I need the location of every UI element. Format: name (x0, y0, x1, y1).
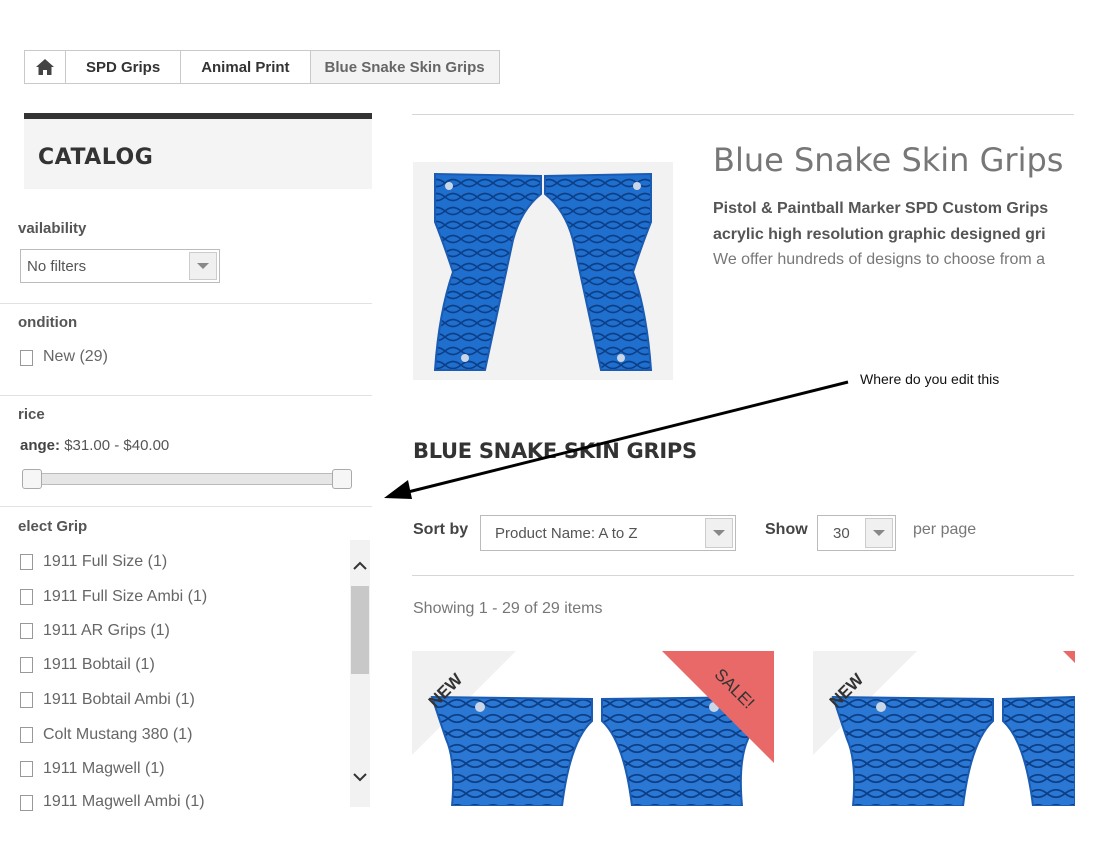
category-description-line: Pistol & Paintball Marker SPD Custom Gri… (713, 200, 1049, 217)
price-range-value: $31.00 - $40.00 (64, 437, 170, 454)
grip-checkbox[interactable] (20, 589, 33, 605)
chevron-down-icon[interactable] (865, 518, 893, 548)
price-range: ange: $31.00 - $40.00 (20, 437, 169, 454)
grip-option-label: 1911 AR Grips (1) (43, 622, 170, 639)
sort-label: Sort by (413, 521, 469, 538)
sort-select[interactable]: Product Name: A to Z (480, 515, 736, 551)
breadcrumb-spd-grips[interactable]: SPD Grips (65, 51, 180, 83)
catalog-sidebar: CATALOG vailability No filters ondition … (0, 113, 372, 850)
divider (0, 506, 372, 507)
scrollbar-thumb[interactable] (351, 586, 369, 674)
condition-new-label: New (29) (43, 348, 108, 365)
category-heading: Blue Snake Skin Grips (713, 141, 1064, 179)
breadcrumb-animal-print[interactable]: Animal Print (180, 51, 309, 83)
divider (0, 303, 372, 304)
chevron-down-icon[interactable] (350, 766, 370, 788)
availability-select-value: No filters (27, 257, 87, 275)
grip-checkbox[interactable] (20, 623, 33, 639)
price-range-label: ange: (20, 437, 61, 454)
grip-checkbox[interactable] (20, 554, 33, 570)
condition-title: ondition (18, 314, 78, 331)
grip-option-label: Colt Mustang 380 (1) (43, 726, 193, 743)
sort-select-value: Product Name: A to Z (495, 524, 638, 542)
divider (412, 575, 1074, 576)
grip-option-label: 1911 Magwell (1) (43, 760, 165, 777)
price-slider-min-handle[interactable] (22, 469, 42, 489)
condition-new-checkbox[interactable] (20, 350, 33, 366)
price-slider[interactable] (22, 469, 352, 489)
grip-option-label: 1911 Full Size Ambi (1) (43, 588, 208, 605)
chevron-up-icon[interactable] (350, 554, 370, 576)
catalog-title: CATALOG (38, 145, 154, 170)
category-description-line: We offer hundreds of designs to choose f… (713, 251, 1046, 268)
show-label: Show (765, 521, 808, 538)
price-slider-max-handle[interactable] (332, 469, 352, 489)
grip-option-label: 1911 Magwell Ambi (1) (43, 793, 205, 810)
grip-checkbox[interactable] (20, 657, 33, 673)
category-description-line: acrylic high resolution graphic designed… (713, 226, 1046, 243)
category-image (413, 162, 673, 380)
show-select-value: 30 (833, 524, 850, 542)
chevron-down-icon[interactable] (705, 518, 733, 548)
annotation-arrow (384, 380, 849, 499)
showing-count: Showing 1 - 29 of 29 items (413, 600, 603, 617)
grip-checkbox[interactable] (20, 795, 33, 811)
chevron-down-icon[interactable] (189, 252, 217, 280)
catalog-header: CATALOG (24, 113, 372, 189)
grip-option-label: 1911 Full Size (1) (43, 553, 168, 570)
breadcrumb: SPD Grips Animal Print Blue Snake Skin G… (24, 50, 500, 84)
grip-checkbox[interactable] (20, 761, 33, 777)
annotation-note: Where do you edit this (860, 371, 1000, 387)
availability-select[interactable]: No filters (20, 249, 220, 283)
product-card[interactable]: NEW (813, 651, 1075, 806)
price-title: rice (18, 406, 45, 423)
grip-checkbox[interactable] (20, 727, 33, 743)
divider (0, 395, 372, 396)
per-page-label: per page (913, 521, 977, 538)
grip-list-scrollbar[interactable] (350, 540, 370, 807)
availability-title: vailability (18, 220, 87, 237)
divider (412, 114, 1074, 115)
show-select[interactable]: 30 (817, 515, 896, 551)
breadcrumb-current: Blue Snake Skin Grips (309, 51, 499, 83)
product-card[interactable]: NEW SALE! (412, 651, 774, 806)
home-icon[interactable] (25, 51, 65, 83)
grip-checkbox[interactable] (20, 692, 33, 708)
grip-option-label: 1911 Bobtail Ambi (1) (43, 691, 195, 708)
grip-title: elect Grip (18, 518, 88, 535)
grip-option-label: 1911 Bobtail (1) (43, 656, 155, 673)
